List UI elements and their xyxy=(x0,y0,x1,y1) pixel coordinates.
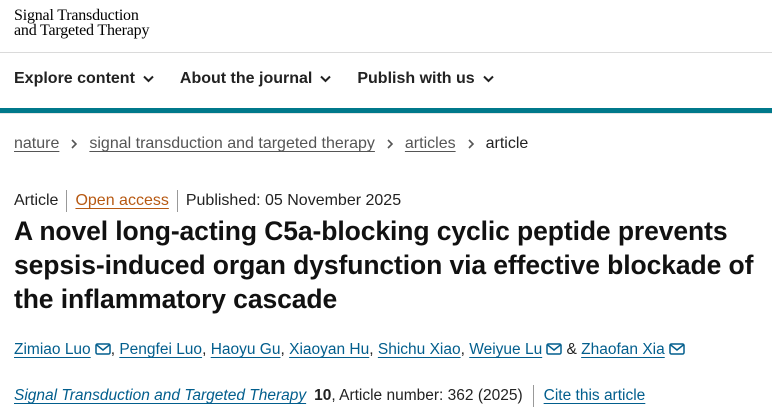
nav-publish-with-us[interactable]: Publish with us xyxy=(357,70,494,88)
open-access-link[interactable]: Open access xyxy=(75,192,168,210)
meta-divider xyxy=(176,190,178,212)
article-number: , Article number: 362 (2025) xyxy=(331,387,523,404)
volume-number: 10 xyxy=(314,387,332,404)
chevron-down-icon xyxy=(143,75,154,83)
email-icon[interactable] xyxy=(546,343,562,355)
header-divider xyxy=(0,52,772,53)
journal-link[interactable]: Signal Transduction and Targeted Therapy xyxy=(14,387,306,405)
breadcrumb-current: article xyxy=(485,135,529,152)
nav-about-the-journal-label: About the journal xyxy=(179,70,313,87)
author-separator: , xyxy=(369,341,378,358)
logo-line-1: Signal Transduction xyxy=(14,7,139,24)
citation-line: Signal Transduction and Targeted Therapy… xyxy=(14,385,645,407)
accent-bar-shadow xyxy=(0,113,772,114)
nav-publish-with-us-label: Publish with us xyxy=(357,70,475,87)
author-link[interactable]: Weiyue Lu xyxy=(469,341,542,358)
author-separator: & xyxy=(562,341,582,358)
breadcrumb-articles[interactable]: articles xyxy=(405,135,456,153)
main-nav: Explore content About the journal Publis… xyxy=(14,70,494,88)
author-link[interactable]: Shichu Xiao xyxy=(378,341,461,358)
chevron-right-icon xyxy=(387,139,394,149)
nav-explore-content[interactable]: Explore content xyxy=(14,70,154,88)
chevron-right-icon xyxy=(468,139,474,149)
meta-divider xyxy=(66,190,68,212)
breadcrumb-journal[interactable]: signal transduction and targeted therapy xyxy=(89,135,375,153)
author-link[interactable]: Haoyu Gu xyxy=(211,341,281,358)
breadcrumb-nature[interactable]: nature xyxy=(14,135,59,153)
author-link[interactable]: Zimiao Luo xyxy=(14,341,91,358)
citation-divider xyxy=(532,385,534,407)
chevron-down-icon xyxy=(320,75,332,83)
author-separator: , xyxy=(202,341,211,358)
logo-line-2: and Targeted Therapy xyxy=(14,22,150,39)
author-separator: , xyxy=(280,341,290,358)
author-link[interactable]: Pengfei Luo xyxy=(119,341,202,358)
chevron-down-icon xyxy=(482,75,494,83)
article-title: A novel long-acting C5a-blocking cyclic … xyxy=(14,216,754,314)
author-link[interactable]: Xiaoyan Hu xyxy=(289,341,369,358)
breadcrumb: nature signal transduction and targeted … xyxy=(14,135,528,153)
email-icon[interactable] xyxy=(94,343,111,355)
email-icon[interactable] xyxy=(668,343,685,355)
journal-logo[interactable]: Signal Transduction and Targeted Therapy xyxy=(14,7,150,39)
author-link[interactable]: Zhaofan Xia xyxy=(581,341,665,358)
nav-about-the-journal[interactable]: About the journal xyxy=(179,70,332,88)
published-date: Published: 05 November 2025 xyxy=(185,192,402,209)
nav-explore-content-label: Explore content xyxy=(14,70,135,87)
article-type: Article xyxy=(14,192,59,209)
author-list: Zimiao Luo, Pengfei Luo, Haoyu Gu, Xiaoy… xyxy=(14,341,685,359)
cite-this-article-link[interactable]: Cite this article xyxy=(544,387,646,405)
article-meta: Article Open access Published: 05 Novemb… xyxy=(14,190,401,212)
author-separator: , xyxy=(460,341,470,358)
chevron-right-icon xyxy=(71,139,78,149)
